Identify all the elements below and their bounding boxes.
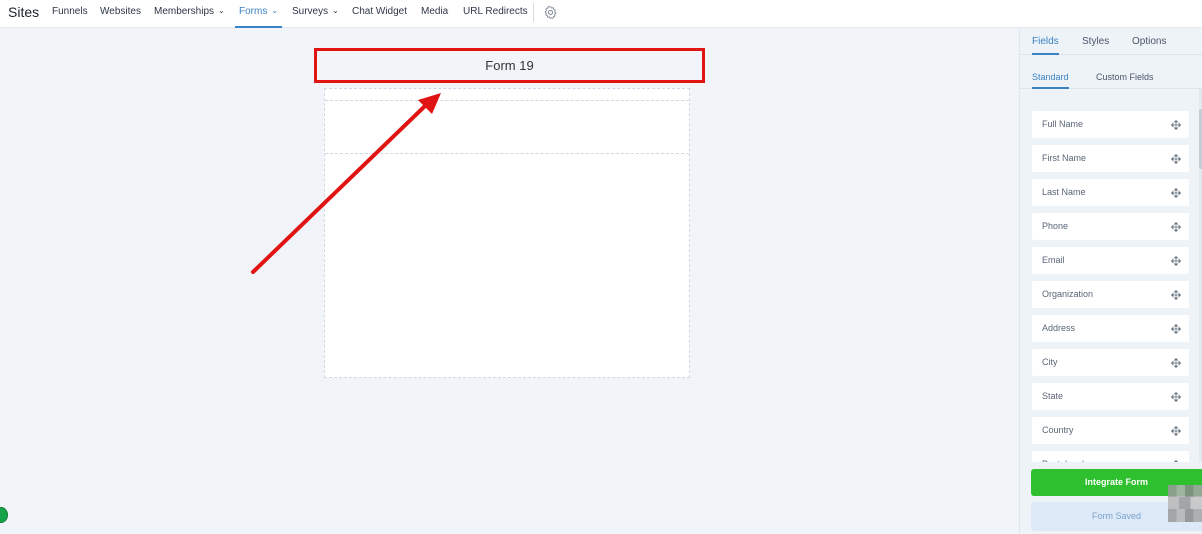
move-icon[interactable]	[1171, 290, 1181, 300]
nav-item-surveys[interactable]: Surveys ⌄	[292, 0, 339, 28]
app-title: Sites	[8, 4, 40, 20]
field-item-state[interactable]: State	[1032, 383, 1189, 410]
tab-label: Options	[1132, 36, 1167, 47]
move-icon[interactable]	[1171, 188, 1181, 198]
nav-item-forms[interactable]: Forms ⌄	[235, 0, 283, 28]
nav-item-funnels[interactable]: Funnels	[52, 0, 88, 28]
tab-fields[interactable]: Fields	[1032, 28, 1059, 55]
tab-label: Styles	[1082, 36, 1110, 47]
field-label: Full Name	[1042, 119, 1084, 129]
field-label: Postal code	[1042, 451, 1089, 462]
field-type-tabs: Standard Custom Fields	[1020, 55, 1202, 89]
move-icon[interactable]	[1171, 222, 1181, 232]
move-icon[interactable]	[1171, 426, 1181, 436]
field-label: Last Name	[1042, 187, 1086, 197]
field-item-first-name[interactable]: First Name	[1032, 145, 1189, 172]
nav-item-label: Surveys	[292, 6, 329, 17]
tab-label: Custom Fields	[1096, 72, 1154, 82]
panel-tabs: Fields Styles Options	[1020, 28, 1202, 55]
move-icon[interactable]	[1171, 120, 1181, 130]
nav-item-memberships[interactable]: Memberships ⌄	[154, 0, 225, 28]
field-item-full-name[interactable]: Full Name	[1032, 111, 1189, 138]
move-icon[interactable]	[1171, 358, 1181, 368]
field-label: Address	[1042, 323, 1076, 333]
canvas-row-divider	[325, 100, 689, 101]
field-item-address[interactable]: Address	[1032, 315, 1189, 342]
form-title[interactable]: Form 19	[317, 51, 702, 80]
field-label: City	[1042, 357, 1058, 367]
field-label: Email	[1042, 255, 1065, 265]
canvas-row-divider	[325, 153, 689, 154]
nav-item-label: Funnels	[52, 6, 88, 17]
tab-styles[interactable]: Styles	[1082, 28, 1109, 55]
field-item-organization[interactable]: Organization	[1032, 281, 1189, 308]
nav-item-media[interactable]: Media	[421, 0, 448, 28]
chevron-down-icon: ⌄	[218, 6, 225, 15]
field-label: Organization	[1042, 289, 1094, 299]
chevron-down-icon: ⌄	[271, 6, 279, 15]
tab-custom-fields[interactable]: Custom Fields	[1096, 55, 1154, 89]
chat-launcher-icon[interactable]	[0, 507, 8, 523]
form-title-highlight[interactable]: Form 19	[314, 48, 705, 83]
nav-item-url-redirects[interactable]: URL Redirects	[463, 0, 528, 28]
tab-options[interactable]: Options	[1132, 28, 1166, 55]
nav-item-websites[interactable]: Websites	[100, 0, 141, 28]
field-label: Phone	[1042, 221, 1069, 231]
fields-panel: Fields Styles Options Standard Custom Fi…	[1019, 28, 1202, 534]
tab-label: Fields	[1032, 36, 1059, 47]
nav-item-label: Chat Widget	[352, 6, 408, 17]
tab-label: Standard	[1032, 72, 1069, 82]
move-icon[interactable]	[1171, 154, 1181, 164]
form-canvas[interactable]	[324, 88, 690, 378]
nav-item-label: Memberships	[154, 6, 215, 17]
redacted-area	[1168, 485, 1202, 522]
top-navigation: Sites Funnels Websites Memberships ⌄ Form…	[0, 0, 1202, 28]
nav-item-label: Forms	[239, 6, 268, 17]
field-item-email[interactable]: Email	[1032, 247, 1189, 274]
field-label: State	[1042, 391, 1064, 401]
nav-item-chat-widget[interactable]: Chat Widget	[352, 0, 407, 28]
gear-icon[interactable]	[543, 5, 558, 20]
nav-item-label: Websites	[100, 6, 141, 17]
tab-standard[interactable]: Standard	[1032, 55, 1069, 89]
field-item-phone[interactable]: Phone	[1032, 213, 1189, 240]
nav-item-label: Media	[421, 6, 449, 17]
field-item-last-name[interactable]: Last Name	[1032, 179, 1189, 206]
field-label: Country	[1042, 425, 1074, 435]
move-icon[interactable]	[1171, 324, 1181, 334]
field-item-city[interactable]: City	[1032, 349, 1189, 376]
nav-item-label: URL Redirects	[463, 6, 528, 17]
nav-divider	[533, 3, 534, 22]
field-item-country[interactable]: Country	[1032, 417, 1189, 444]
move-icon[interactable]	[1171, 460, 1181, 462]
move-icon[interactable]	[1171, 256, 1181, 266]
chevron-down-icon: ⌄	[332, 6, 339, 15]
field-label: First Name	[1042, 153, 1087, 163]
field-item-postal-code[interactable]: Postal code	[1032, 451, 1189, 462]
fields-list: Full Name First Name Last Name Phone Ema…	[1020, 89, 1202, 462]
move-icon[interactable]	[1171, 392, 1181, 402]
